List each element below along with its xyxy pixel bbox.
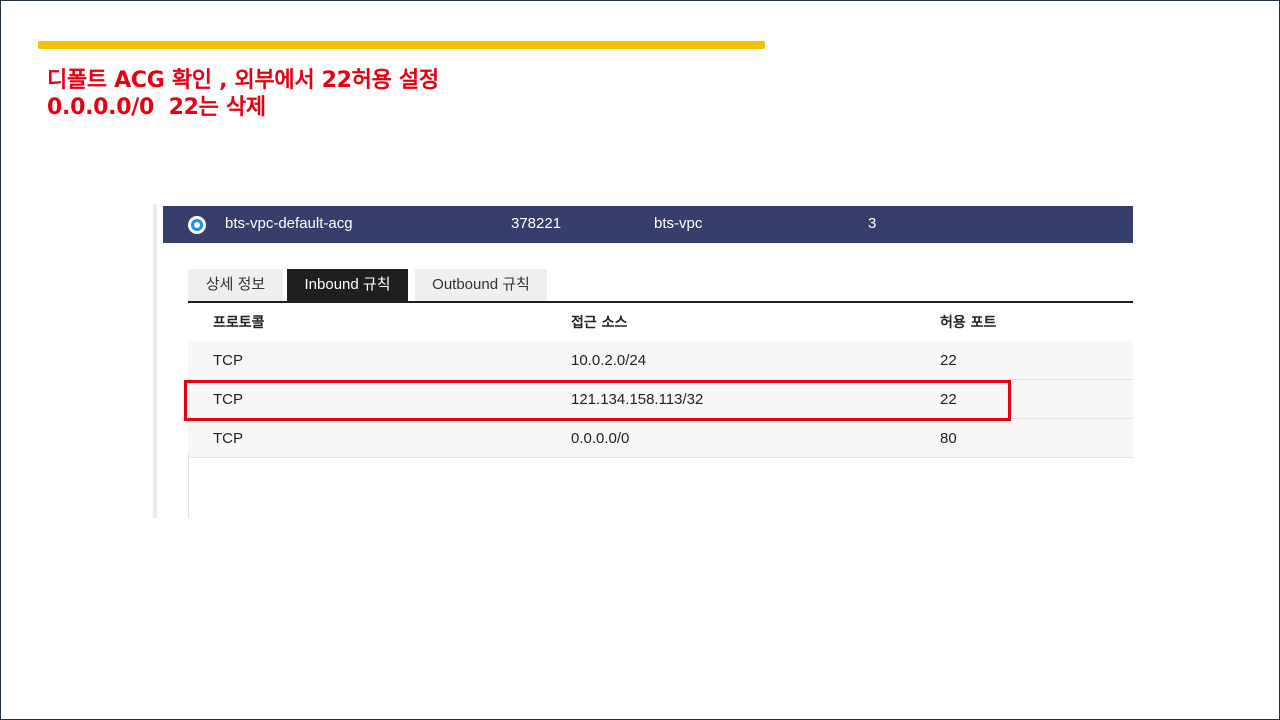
- slide: 디폴트 ACG 확인 , 외부에서 22허용 설정 0.0.0.0/0 22는 …: [0, 0, 1280, 720]
- column-header-port: 허용 포트: [940, 303, 1133, 341]
- acg-vpc: bts-vpc: [654, 215, 703, 232]
- cell-source: 121.134.158.113/32: [571, 379, 940, 419]
- column-header-protocol: 프로토콜: [188, 303, 571, 341]
- tab-inbound-rules[interactable]: Inbound 규칙: [287, 269, 408, 301]
- cell-protocol: TCP: [188, 379, 571, 419]
- tab-outbound-rules[interactable]: Outbound 규칙: [415, 269, 547, 301]
- acg-id: 378221: [511, 215, 562, 232]
- acg-rule-count: 3: [868, 215, 877, 232]
- column-header-source: 접근 소스: [571, 303, 940, 341]
- slide-title-line-1: 디폴트 ACG 확인 , 외부에서 22허용 설정: [47, 68, 439, 93]
- panel-divider: [188, 454, 189, 518]
- inbound-rules-table: 프로토콜 접근 소스 허용 포트 TCP 10.0.2.0/24 22 TCP …: [188, 303, 1133, 458]
- acg-selected-row[interactable]: bts-vpc-default-acg 378221 bts-vpc 3: [163, 206, 1133, 243]
- cell-source: 0.0.0.0/0: [571, 418, 940, 458]
- table-row[interactable]: TCP 0.0.0.0/0 80: [188, 418, 1133, 458]
- tab-details[interactable]: 상세 정보: [188, 269, 283, 301]
- table-row[interactable]: TCP 10.0.2.0/24 22: [188, 341, 1133, 380]
- acg-screenshot-panel: bts-vpc-default-acg 378221 bts-vpc 3 상세 …: [153, 204, 1133, 518]
- cell-port: 22: [940, 379, 1133, 419]
- cell-port: 22: [940, 341, 1133, 380]
- acg-name: bts-vpc-default-acg: [225, 215, 353, 232]
- slide-title: 디폴트 ACG 확인 , 외부에서 22허용 설정 0.0.0.0/0 22는 …: [47, 67, 439, 121]
- radio-selected-icon[interactable]: [188, 216, 206, 234]
- cell-protocol: TCP: [188, 341, 571, 380]
- cell-protocol: TCP: [188, 418, 571, 458]
- cell-port: 80: [940, 418, 1133, 458]
- cell-source: 10.0.2.0/24: [571, 341, 940, 380]
- table-header-row: 프로토콜 접근 소스 허용 포트: [188, 303, 1133, 341]
- accent-bar: [38, 41, 765, 49]
- table-row[interactable]: TCP 121.134.158.113/32 22: [188, 379, 1133, 419]
- slide-title-line-2: 0.0.0.0/0 22는 삭제: [47, 95, 266, 120]
